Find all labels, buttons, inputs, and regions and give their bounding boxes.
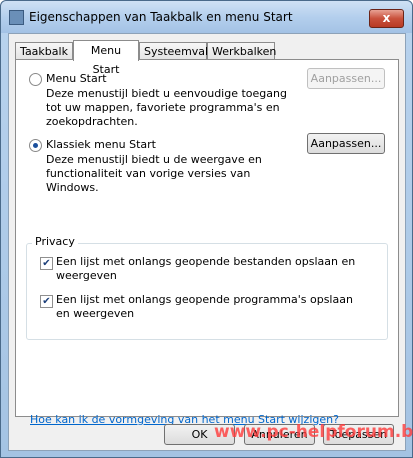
- classic-menu-radio[interactable]: [29, 139, 42, 152]
- recent-programs-label[interactable]: Een lijst met onlangs geopende programma…: [56, 293, 356, 321]
- privacy-group-label: Privacy: [32, 235, 78, 248]
- customize-menu-start-button[interactable]: Aanpassen...: [307, 68, 385, 89]
- tab-menu-start[interactable]: Menu Start: [73, 40, 139, 76]
- tab-taakbalk[interactable]: Taakbalk: [15, 42, 73, 59]
- tab-panel-menu-start: Menu Start Deze menustijl biedt u eenvou…: [15, 59, 399, 426]
- watermark-text: www.pc-helpforum.be: [214, 422, 413, 442]
- tab-systeemvak[interactable]: Systeemvak: [139, 42, 211, 59]
- recent-programs-checkbox[interactable]: ✔: [40, 295, 53, 308]
- recent-files-checkbox[interactable]: ✔: [40, 257, 53, 270]
- classic-menu-description: Deze menustijl biedt u de weergave en fu…: [46, 153, 262, 194]
- menu-start-description: Deze menustijl biedt u eenvoudige toegan…: [46, 87, 287, 128]
- dialog-window: Eigenschappen van Taakbalk en menu Start…: [0, 0, 413, 458]
- close-button[interactable]: x: [369, 9, 404, 28]
- menu-start-radio[interactable]: [29, 73, 42, 86]
- customize-classic-menu-button[interactable]: Aanpassen...: [307, 133, 385, 154]
- classic-menu-label[interactable]: Klassiek menu Start: [46, 138, 156, 151]
- taskbar-properties-icon: [9, 10, 24, 25]
- dialog-body: Taakbalk Menu Start Systeemvak Werkbalke…: [8, 33, 413, 451]
- tab-werkbalken[interactable]: Werkbalken: [207, 42, 276, 59]
- window-title: Eigenschappen van Taakbalk en menu Start: [29, 10, 293, 24]
- recent-files-label[interactable]: Een lijst met onlangs geopende bestanden…: [56, 255, 356, 283]
- title-bar[interactable]: Eigenschappen van Taakbalk en menu Start…: [1, 1, 412, 33]
